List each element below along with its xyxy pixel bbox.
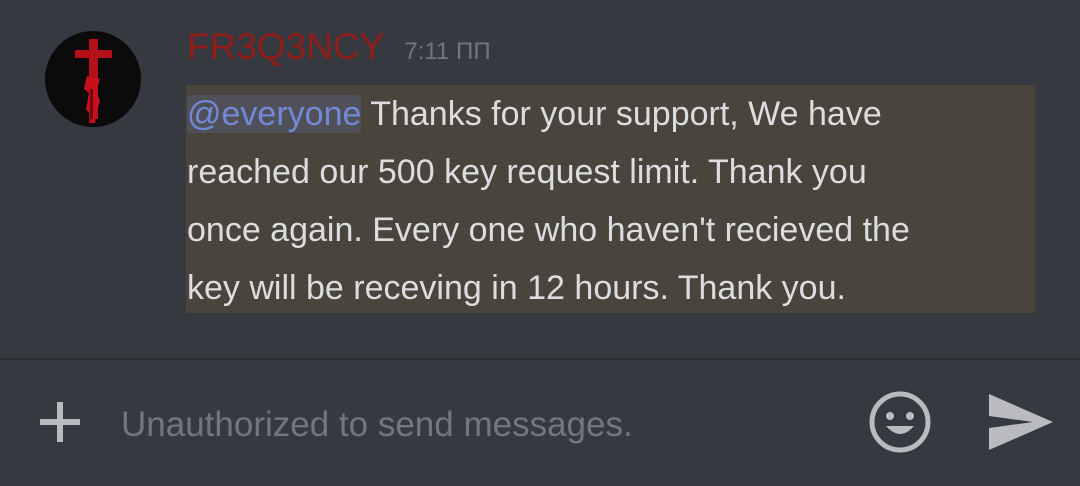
message-timestamp: 7:11 ΠΠ <box>404 38 491 65</box>
send-button[interactable] <box>985 390 1057 454</box>
message-list: FR3Q3NCY 7:11 ΠΠ @everyone Thanks for yo… <box>0 0 1080 358</box>
message-header: FR3Q3NCY 7:11 ΠΠ <box>187 26 491 70</box>
message-body: @everyone Thanks for your support, We ha… <box>187 85 1027 317</box>
message-line-2: reached our 500 key request limit. Thank… <box>187 153 867 191</box>
red-cross-icon <box>75 39 112 123</box>
message-line-1-text: Thanks for your support, We have <box>361 95 882 133</box>
emoji-button[interactable] <box>866 388 934 456</box>
author-name[interactable]: FR3Q3NCY <box>187 26 384 68</box>
add-attachment-button[interactable] <box>36 398 84 446</box>
message-input[interactable]: Unauthorized to send messages. <box>121 402 633 448</box>
message-line-4: key will be receving in 12 hours. Thank … <box>187 269 846 307</box>
smiley-icon <box>869 391 931 453</box>
plus-icon <box>40 402 80 442</box>
author-avatar[interactable] <box>45 31 141 127</box>
everyone-mention[interactable]: @everyone <box>187 95 362 133</box>
message-line-1: @everyone Thanks for your support, We ha… <box>187 85 1027 143</box>
message-line-3: once again. Every one who haven't reciev… <box>187 211 910 249</box>
send-arrow-icon <box>989 394 1053 450</box>
